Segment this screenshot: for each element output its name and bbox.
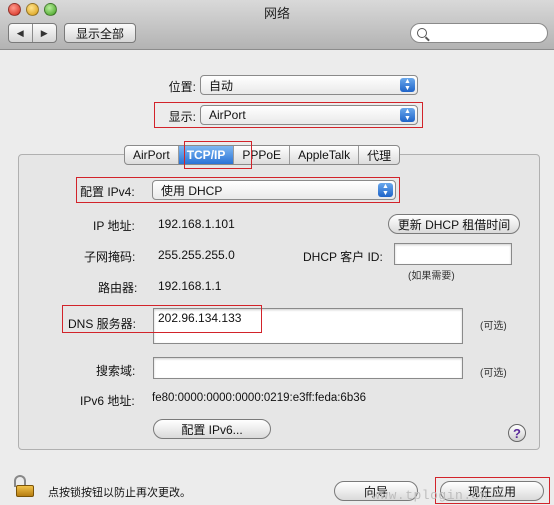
dns-server-field[interactable]: 202.96.134.133	[153, 308, 463, 344]
tab-pppoe[interactable]: PPPoE	[234, 146, 291, 164]
subnet-mask-label: 子网掩码:	[84, 250, 136, 264]
configure-ipv4-value: 使用 DHCP	[161, 183, 223, 198]
renew-dhcp-button[interactable]: 更新 DHCP 租借时间	[388, 214, 520, 234]
tab-appletalk[interactable]: AppleTalk	[290, 146, 360, 164]
popup-arrows-icon: ▲ ▼	[400, 78, 415, 92]
search-domains-note: (可选)	[480, 368, 507, 379]
search-icon	[417, 28, 427, 38]
forward-arrow-icon: ▶	[40, 27, 48, 38]
show-all-button[interactable]: 显示全部	[64, 23, 136, 43]
tab-proxy[interactable]: 代理	[359, 146, 399, 164]
network-preferences-window: 网络 ◀ ▶ 显示全部 位置: 自动 ▲ ▼ 显示: AirPort ▲ ▼ Air…	[0, 0, 554, 505]
assist-me-button[interactable]: 向导	[334, 481, 418, 501]
location-value: 自动	[209, 78, 234, 93]
dhcp-client-id-label: DHCP 客户 ID:	[303, 250, 383, 264]
router-value: 192.168.1.1	[158, 279, 222, 293]
router-label: 路由器:	[98, 281, 138, 295]
show-label: 显示:	[168, 110, 196, 124]
lock-body	[16, 485, 34, 497]
dns-server-note: (可选)	[480, 321, 507, 332]
lock-icon[interactable]	[14, 475, 34, 497]
show-popup[interactable]: AirPort ▲ ▼	[200, 105, 418, 125]
ip-address-label: IP 地址:	[93, 219, 135, 233]
configure-ipv6-button[interactable]: 配置 IPv6...	[153, 419, 271, 439]
configure-ipv4-popup[interactable]: 使用 DHCP ▲ ▼	[152, 180, 396, 200]
apply-now-button[interactable]: 现在应用	[440, 481, 544, 501]
dns-server-label: DNS 服务器:	[68, 317, 137, 331]
dhcp-client-id-field[interactable]	[394, 243, 512, 265]
location-popup[interactable]: 自动 ▲ ▼	[200, 75, 418, 95]
help-button[interactable]: ?	[508, 424, 526, 442]
back-button[interactable]: ◀	[9, 24, 33, 42]
search-domains-field[interactable]	[153, 357, 463, 379]
tab-airport[interactable]: AirPort	[125, 146, 179, 164]
search-field[interactable]	[410, 23, 548, 43]
show-value: AirPort	[209, 108, 246, 122]
popup-arrows-icon: ▲ ▼	[400, 108, 415, 122]
search-domains-label: 搜索域:	[96, 364, 136, 378]
back-arrow-icon: ◀	[16, 27, 24, 38]
ipv6-address-label: IPv6 地址:	[80, 394, 135, 408]
tab-bar: AirPort TCP/IP PPPoE AppleTalk 代理	[124, 145, 401, 165]
window-title: 网络	[263, 6, 290, 21]
back-forward-group: ◀ ▶	[8, 23, 57, 43]
tab-tcpip[interactable]: TCP/IP	[178, 146, 235, 164]
location-label: 位置:	[168, 80, 196, 94]
ip-address-value: 192.168.1.101	[158, 217, 235, 231]
lock-message: 点按锁按钮以防止再次更改。	[48, 487, 191, 499]
forward-button[interactable]: ▶	[33, 24, 56, 42]
title-bar: 网络 ◀ ▶ 显示全部	[0, 0, 554, 50]
dhcp-client-id-note: (如果需要)	[408, 271, 455, 282]
search-input[interactable]	[433, 26, 543, 40]
subnet-mask-value: 255.255.255.0	[158, 248, 235, 262]
configure-ipv4-label: 配置 IPv4:	[80, 185, 135, 199]
ipv6-address-value: fe80:0000:0000:0000:0219:e3ff:feda:6b36	[152, 392, 367, 404]
popup-arrows-icon: ▲ ▼	[378, 183, 393, 197]
